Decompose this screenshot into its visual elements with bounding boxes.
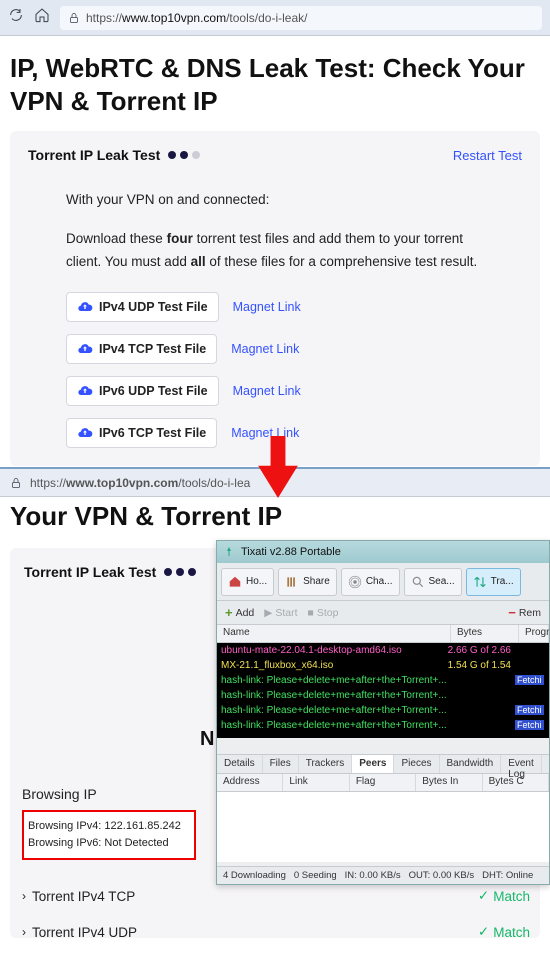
magnet-link[interactable]: Magnet Link: [233, 384, 301, 398]
tixati-tabs: DetailsFilesTrackersPeersPiecesBandwidth…: [217, 754, 549, 774]
tixati-actionbar: +Add ▶ Start ■ Stop −Rem: [217, 601, 549, 625]
tixati-list-header: Name Bytes Progr: [217, 625, 549, 643]
result-row-udp[interactable]: ›Torrent IPv4 UDP ✓ Match: [22, 924, 530, 940]
transfer-row[interactable]: MX-21.1_fluxbox_x64.iso1.54 G of 1.54: [217, 658, 549, 673]
transfer-row[interactable]: hash-link: Please+delete+me+after+the+To…: [217, 718, 549, 733]
match-badge: ✓ Match: [478, 924, 530, 940]
card-title: Torrent IP Leak Test: [28, 147, 200, 163]
result-row-tcp[interactable]: ›Torrent IPv4 TCP ✓ Match: [22, 888, 530, 904]
download-button[interactable]: IPv6 TCP Test File: [66, 418, 217, 448]
tixati-titlebar[interactable]: Tixati v2.88 Portable: [217, 541, 549, 563]
url-text-2: https://www.top10vpn.com/tools/do-i-lea: [30, 476, 250, 490]
tab-event log[interactable]: Event Log: [501, 755, 542, 773]
tixati-peer-header: AddressLinkFlagBytes InBytes C: [217, 774, 549, 792]
step-dots: [168, 151, 200, 159]
tab-peers[interactable]: Peers: [352, 755, 394, 773]
magnet-link[interactable]: Magnet Link: [231, 342, 299, 356]
tab-pieces[interactable]: Pieces: [394, 755, 439, 773]
page-title-2: Your VPN & Torrent IP: [10, 501, 540, 532]
toolbar-button[interactable]: Cha...: [341, 568, 400, 596]
lock-icon: [68, 12, 80, 24]
toolbar-button[interactable]: Share: [278, 568, 337, 596]
page-title: IP, WebRTC & DNS Leak Test: Check Your V…: [10, 52, 540, 117]
tixati-transfer-list[interactable]: ubuntu-mate-22.04.1-desktop-amd64.iso2.6…: [217, 643, 549, 738]
tab-details[interactable]: Details: [217, 755, 263, 773]
tab-bandwidth[interactable]: Bandwidth: [440, 755, 502, 773]
transfer-row[interactable]: hash-link: Please+delete+me+after+the+To…: [217, 703, 549, 718]
transfer-row[interactable]: hash-link: Please+delete+me+after+the+To…: [217, 673, 549, 688]
match-badge: ✓ Match: [478, 888, 530, 904]
tixati-icon: [223, 546, 235, 558]
step-dots-2: [164, 568, 196, 576]
toolbar-button[interactable]: Sea...: [404, 568, 462, 596]
tab-files[interactable]: Files: [263, 755, 299, 773]
browsing-ipv6: Browsing IPv6: Not Detected: [28, 835, 190, 852]
tab-trackers[interactable]: Trackers: [299, 755, 353, 773]
url-text: https://www.top10vpn.com/tools/do-i-leak…: [86, 11, 307, 25]
restart-link[interactable]: Restart Test: [453, 148, 522, 163]
url-bar[interactable]: https://www.top10vpn.com/tools/do-i-leak…: [60, 6, 542, 30]
browsing-ip-box: Browsing IPv4: 122.161.85.242 Browsing I…: [22, 810, 196, 860]
magnet-link[interactable]: Magnet Link: [233, 300, 301, 314]
tixati-peer-list[interactable]: [217, 792, 549, 862]
transfer-row[interactable]: hash-link: Please+delete+me+after+the+To…: [217, 688, 549, 703]
red-arrow-icon: [252, 436, 304, 503]
browsing-ipv4: Browsing IPv4: 122.161.85.242: [28, 818, 190, 835]
start-button[interactable]: ▶ Start: [264, 607, 297, 619]
transfer-row[interactable]: ubuntu-mate-22.04.1-desktop-amd64.iso2.6…: [217, 643, 549, 658]
add-button[interactable]: +Add: [225, 605, 254, 620]
clipped-text: N: [200, 728, 214, 751]
remove-button[interactable]: −Rem: [508, 605, 541, 620]
download-button[interactable]: IPv4 TCP Test File: [66, 334, 217, 364]
tixati-window: Tixati v2.88 Portable Ho...ShareCha...Se…: [216, 540, 550, 885]
toolbar-button[interactable]: Tra...: [466, 568, 521, 596]
torrent-test-card: Torrent IP Leak Test Restart Test With y…: [10, 131, 540, 466]
toolbar-button[interactable]: Ho...: [221, 568, 274, 596]
instructions: With your VPN on and connected: Download…: [66, 189, 484, 274]
browsing-ip-label: Browsing IP: [22, 786, 97, 802]
lock-icon: [10, 477, 22, 489]
tixati-statusbar: 4 Downloading0 Seeding IN: 0.00 KB/sOUT:…: [217, 866, 549, 884]
tixati-toolbar: Ho...ShareCha...Sea...Tra...: [217, 563, 549, 601]
download-button[interactable]: IPv6 UDP Test File: [66, 376, 219, 406]
tab-op[interactable]: Op: [542, 755, 550, 773]
page-top: IP, WebRTC & DNS Leak Test: Check Your V…: [0, 36, 550, 466]
home-icon[interactable]: [34, 7, 50, 28]
download-button[interactable]: IPv4 UDP Test File: [66, 292, 219, 322]
stop-button[interactable]: ■ Stop: [308, 607, 339, 619]
browser-toolbar: https://www.top10vpn.com/tools/do-i-leak…: [0, 0, 550, 36]
reload-icon[interactable]: [8, 7, 24, 28]
